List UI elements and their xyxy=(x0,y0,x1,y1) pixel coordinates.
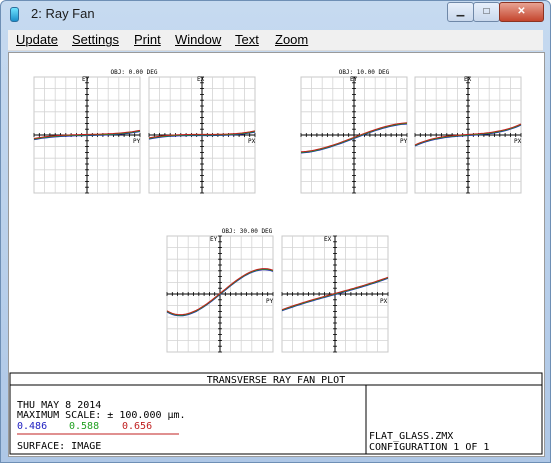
field-label-1: OBJ: 10.00 DEG xyxy=(339,69,390,76)
ray-fan-window: 2: Ray Fan ▁ □ ✕ Update Settings Print W… xyxy=(0,0,551,463)
app-icon xyxy=(10,7,19,22)
maximize-button[interactable]: □ xyxy=(473,2,500,22)
axis-label-px-2: PX xyxy=(380,298,388,305)
ray-fan-plot: OBJ: 0.00 DEG OBJ: 10.00 DEG OBJ: 30.00 … xyxy=(8,52,545,457)
info-surface: SURFACE: IMAGE xyxy=(17,441,101,452)
axis-label-ex-2: EX xyxy=(324,236,332,243)
info-max-scale: MAXIMUM SCALE: ± 100.000 µm. xyxy=(17,410,186,421)
menu-window[interactable]: Window xyxy=(175,32,221,47)
field-label-0: OBJ: 0.00 DEG xyxy=(111,69,158,76)
menu-settings[interactable]: Settings xyxy=(72,32,119,47)
tangential-plot-field-1 xyxy=(300,76,408,194)
axis-label-ey-0: EY xyxy=(82,76,90,83)
menu-print[interactable]: Print xyxy=(134,32,161,47)
axis-label-py-2: PY xyxy=(266,298,274,305)
axis-label-ex-0: EX xyxy=(197,76,205,83)
axis-label-ey-2: EY xyxy=(210,236,218,243)
plot-title: TRANSVERSE RAY FAN PLOT xyxy=(207,375,345,386)
wavelength-1: 0.486 xyxy=(17,421,47,432)
menu-update[interactable]: Update xyxy=(16,32,58,47)
menu-bar: Update Settings Print Window Text Zoom xyxy=(8,30,543,51)
title-bar[interactable]: 2: Ray Fan ▁ □ ✕ xyxy=(1,1,550,27)
close-button[interactable]: ✕ xyxy=(499,2,544,22)
axis-label-px-0: PX xyxy=(248,138,256,145)
axis-label-ex-1: EX xyxy=(464,76,472,83)
field-label-2: OBJ: 30.00 DEG xyxy=(222,228,273,235)
menu-text[interactable]: Text xyxy=(235,32,259,47)
info-configuration: CONFIGURATION 1 OF 1 xyxy=(369,442,489,453)
axis-label-ey-1: EY xyxy=(350,76,358,83)
wavelength-3: 0.656 xyxy=(122,421,152,432)
axis-label-py-0: PY xyxy=(133,138,141,145)
wavelength-2: 0.588 xyxy=(69,421,99,432)
axis-label-px-1: PX xyxy=(514,138,522,145)
axis-label-py-1: PY xyxy=(400,138,408,145)
window-title: 2: Ray Fan xyxy=(31,6,95,21)
menu-zoom[interactable]: Zoom xyxy=(275,32,308,47)
ray-fan-canvas: OBJ: 0.00 DEG OBJ: 10.00 DEG OBJ: 30.00 … xyxy=(9,69,543,455)
info-file: FLAT_GLASS.ZMX xyxy=(369,431,453,442)
minimize-button[interactable]: ▁ xyxy=(447,2,474,22)
